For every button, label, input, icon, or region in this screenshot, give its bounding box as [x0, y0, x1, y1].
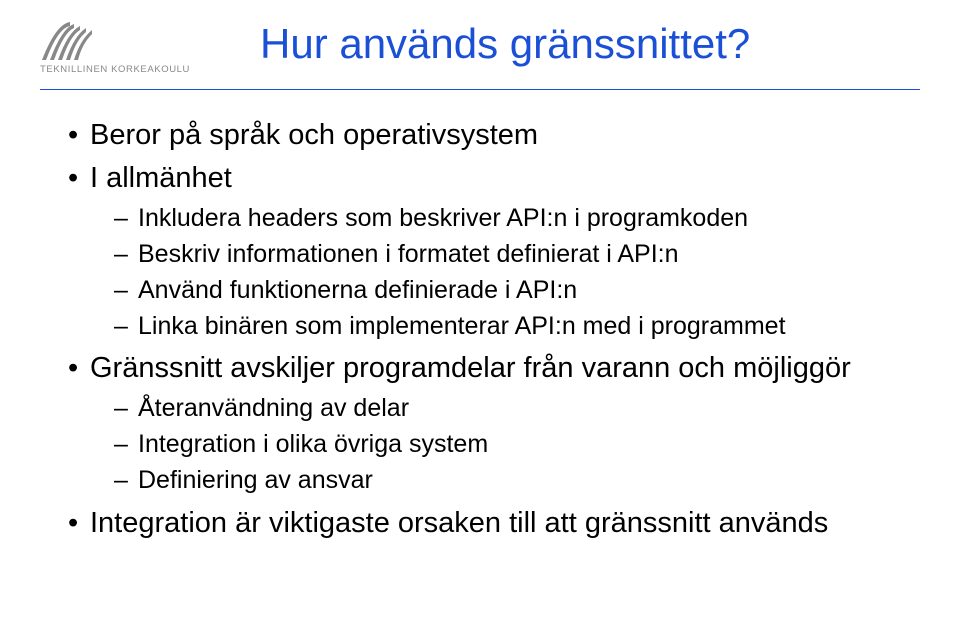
slide: TEKNILLINEN KORKEAKOULU Hur används grän… [0, 0, 960, 630]
bullet-text: Gränssnitt avskiljer programdelar från v… [90, 352, 851, 384]
bullet-text: Återanvändning av delar [138, 394, 409, 422]
list-item: Definiering av ansvar [90, 464, 900, 498]
bullet-text: Inkludera headers som beskriver API:n i … [138, 204, 748, 232]
list-item: Inkludera headers som beskriver API:n i … [90, 202, 900, 236]
bullet-text: Beror på språk och operativsystem [90, 119, 538, 151]
header-row: TEKNILLINEN KORKEAKOULU Hur används grän… [40, 20, 920, 75]
list-item: Integration är viktigaste orsaken till a… [68, 504, 900, 543]
logo: TEKNILLINEN KORKEAKOULU [40, 20, 230, 75]
bullet-text: Definiering av ansvar [138, 466, 373, 494]
divider [40, 89, 920, 90]
page-title: Hur används gränssnittet? [230, 20, 920, 68]
list-item: I allmänhet Inkludera headers som beskri… [68, 159, 900, 343]
list-item: Integration i olika övriga system [90, 428, 900, 462]
logo-icon [40, 20, 98, 62]
bullet-text: Linka binären som implementerar API:n me… [138, 312, 786, 340]
content: Beror på språk och operativsystem I allm… [40, 116, 920, 543]
bullet-text: Integration i olika övriga system [138, 430, 488, 458]
bullet-text: Använd funktionerna definierade i API:n [138, 276, 577, 304]
bullet-text: I allmänhet [90, 162, 232, 194]
list-item: Linka binären som implementerar API:n me… [90, 310, 900, 344]
list-item: Beror på språk och operativsystem [68, 116, 900, 155]
list-item: Använd funktionerna definierade i API:n [90, 274, 900, 308]
logo-text: TEKNILLINEN KORKEAKOULU [40, 64, 190, 75]
bullet-text: Integration är viktigaste orsaken till a… [90, 507, 828, 539]
list-item: Gränssnitt avskiljer programdelar från v… [68, 349, 900, 497]
list-item: Beskriv informationen i formatet definie… [90, 238, 900, 272]
sub-list: Återanvändning av delar Integration i ol… [90, 392, 900, 497]
list-item: Återanvändning av delar [90, 392, 900, 426]
bullet-list: Beror på språk och operativsystem I allm… [68, 116, 900, 543]
bullet-text: Beskriv informationen i formatet definie… [138, 240, 679, 268]
sub-list: Inkludera headers som beskriver API:n i … [90, 202, 900, 343]
